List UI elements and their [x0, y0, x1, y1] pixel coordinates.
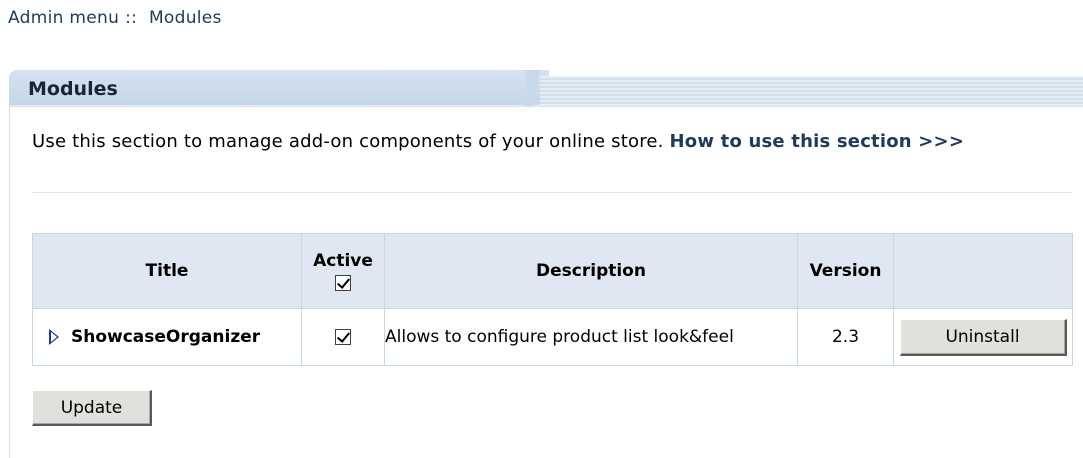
column-header-actions — [893, 233, 1073, 309]
table-header-row: Title Active Description Version — [32, 233, 1073, 309]
intro-paragraph: Use this section to manage add-on compon… — [32, 131, 1077, 153]
column-header-title: Title — [32, 233, 302, 309]
module-version: 2.3 — [797, 308, 894, 366]
module-action-cell: Uninstall — [893, 308, 1073, 366]
module-title-cell: ShowcaseOrganizer — [32, 308, 302, 366]
breadcrumb: Admin menu:: Modules — [8, 8, 228, 28]
update-button[interactable]: Update — [32, 390, 152, 426]
column-header-description: Description — [384, 233, 798, 309]
intro-text: Use this section to manage add-on compon… — [32, 131, 664, 152]
panel-header-stripes — [526, 70, 1083, 106]
select-all-active-checkbox[interactable] — [335, 275, 351, 291]
help-link[interactable]: How to use this section >>> — [670, 131, 965, 152]
table-row: ShowcaseOrganizer Allows to configure pr… — [32, 308, 1073, 366]
active-header-label: Active — [313, 251, 373, 271]
breadcrumb-separator: :: — [125, 8, 138, 28]
module-description: Allows to configure product list look&fe… — [384, 308, 798, 366]
column-header-active: Active — [301, 233, 385, 309]
uninstall-button[interactable]: Uninstall — [899, 318, 1067, 356]
expand-triangle-icon[interactable] — [49, 329, 59, 345]
breadcrumb-admin-menu-link[interactable]: Admin menu — [8, 8, 119, 28]
breadcrumb-current: Modules — [148, 8, 222, 28]
module-title[interactable]: ShowcaseOrganizer — [71, 327, 260, 347]
modules-table: Title Active Description Version Showcas… — [32, 233, 1073, 366]
column-header-version: Version — [797, 233, 894, 309]
module-active-cell — [301, 308, 385, 366]
divider — [32, 192, 1072, 193]
panel-title: Modules — [28, 78, 118, 100]
module-active-checkbox[interactable] — [335, 329, 351, 345]
